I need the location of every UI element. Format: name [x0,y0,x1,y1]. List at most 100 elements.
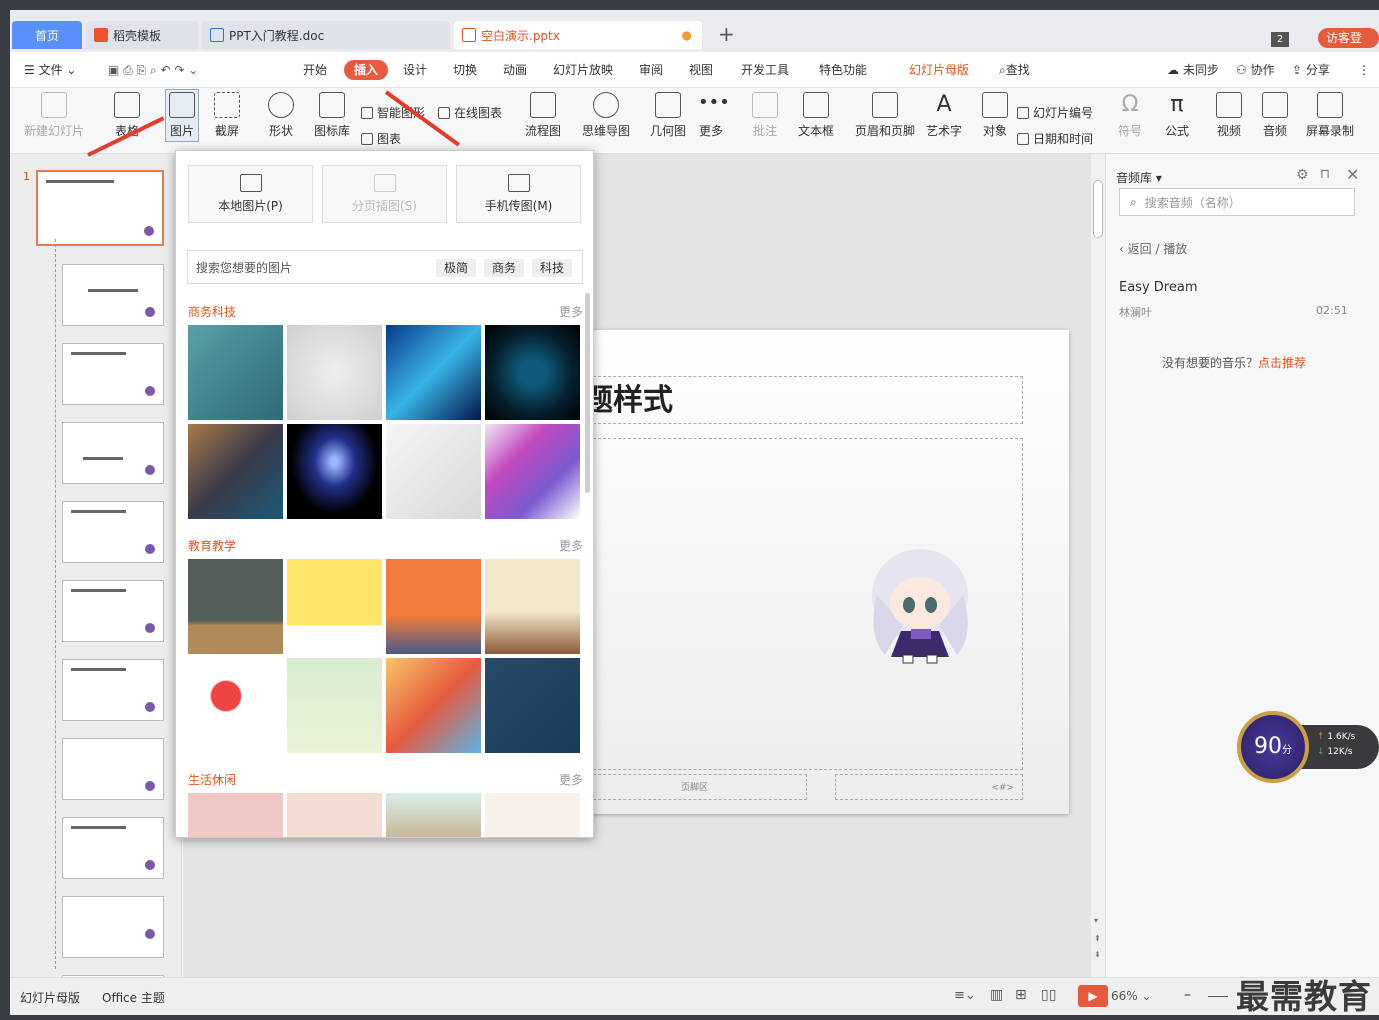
tag-minimal[interactable]: 极简 [436,259,477,277]
menu-start[interactable]: 开始 [303,60,327,80]
menu-design[interactable]: 设计 [403,60,427,80]
menu-slideshow[interactable]: 幻灯片放映 [553,60,613,80]
collab-button[interactable]: ⚇ 协作 [1236,60,1275,80]
recommend-link[interactable]: 点击推荐 [1258,356,1306,370]
symbol-button[interactable]: Ω 符号 [1117,92,1143,139]
menu-developer[interactable]: 开发工具 [741,60,789,80]
network-speed-widget[interactable]: 90分 ↑ 1.6K/s ↓ 12K/s [1237,711,1379,783]
close-icon[interactable]: ✕ [1346,165,1359,184]
thumbnail-layout[interactable] [62,501,164,563]
thumbnail-master[interactable] [36,170,164,246]
phone-upload-button[interactable]: 手机传图(M) [456,165,581,223]
window-count-badge[interactable]: 2 [1271,32,1289,47]
scroll-thumb[interactable] [1093,180,1103,238]
menu-file[interactable]: ☰ 文件 ⌄ [24,60,76,80]
date-time-button[interactable]: 日期和时间 [1017,130,1093,147]
textbox-button[interactable]: 文本框 [798,92,834,139]
audio-search-input[interactable]: ⌕ 搜索音频（名称） [1119,188,1355,216]
thumbnail-layout[interactable] [62,738,164,800]
reading-view-icon[interactable]: ▯▯ [1041,987,1056,1003]
zoom-slider[interactable] [1208,996,1228,997]
comment-button[interactable]: 批注 [752,92,778,139]
sorter-view-icon[interactable]: ⊞ [1015,987,1027,1003]
notes-icon[interactable]: ≡⌄ [954,988,976,1003]
mindmap-button[interactable]: 思维导图 [582,92,630,139]
slide-number-button[interactable]: 幻灯片编号 [1017,104,1093,121]
shape-button[interactable]: 形状 [268,92,294,139]
tag-tech[interactable]: 科技 [532,259,573,277]
normal-view-icon[interactable]: ▥ [990,987,1003,1003]
guest-login-button[interactable]: 访客登录 [1318,28,1379,65]
sync-status[interactable]: ☁ 未同步 [1167,60,1219,80]
flowchart-button[interactable]: 流程图 [525,92,561,139]
zoom-level[interactable]: 66% ⌄ [1111,989,1152,1003]
menu-find[interactable]: ⌕查找 [999,60,1030,80]
footer-placeholder[interactable]: 页脚区 [583,774,807,800]
picture-button[interactable]: 图片 [165,89,199,142]
more-menu-icon[interactable]: ⋮ [1358,60,1370,80]
thumbnail-image[interactable] [485,424,580,519]
share-button[interactable]: ⇪ 分享 [1292,60,1330,80]
thumbnail-image[interactable] [287,793,382,837]
more-button[interactable]: ••• 更多 [698,92,730,139]
menu-switch[interactable]: 切换 [453,60,477,80]
back-link[interactable]: ‹ 返回 [1119,242,1152,256]
popup-scrollbar[interactable] [585,293,590,493]
screenshot-button[interactable]: 截屏 [214,92,240,139]
icon-library-button[interactable]: 图标库 [314,92,350,139]
video-button[interactable]: 视频 [1216,92,1242,139]
picture-search-input[interactable]: 搜索您想要的图片 极简 商务 科技 [187,250,583,284]
object-button[interactable]: 对象 [982,92,1008,139]
play-crumb[interactable]: 播放 [1163,242,1187,256]
slide-number-placeholder[interactable]: <#> [835,774,1023,800]
thumbnail-image[interactable] [485,793,580,837]
prev-page-icon[interactable]: ⇞ [1094,934,1101,943]
tab-doc[interactable]: PPT入门教程.doc [202,21,450,49]
new-slide-button[interactable]: 新建幻灯片 [24,92,84,139]
thumbnail-image[interactable] [386,559,481,654]
slide-master-canvas[interactable]: 题样式 页脚区 <#> [583,330,1069,814]
settings-icon[interactable]: ⚙ [1296,167,1309,183]
thumbnail-image[interactable] [485,658,580,753]
zoom-out-icon[interactable]: – [1184,987,1191,1003]
tag-business[interactable]: 商务 [484,259,525,277]
tab-home[interactable]: 首页 [12,21,82,49]
next-page-icon[interactable]: ⇟ [1094,950,1101,959]
thumbnail-image[interactable] [386,424,481,519]
menu-special[interactable]: 特色功能 [819,60,867,80]
thumbnail-layout[interactable] [62,343,164,405]
local-picture-button[interactable]: 本地图片(P) [188,165,313,223]
menu-view[interactable]: 视图 [689,60,713,80]
quick-access-icons[interactable]: ▣ ⎙ ⎘ ⌕ ↶ ↷ ⌄ [108,60,198,80]
status-theme[interactable]: Office 主题 [102,989,165,1006]
thumbnail-image[interactable] [188,424,283,519]
scroll-down-icon[interactable]: ▾ [1094,916,1098,925]
wordart-button[interactable]: A 艺术字 [926,92,962,139]
tab-docer-templates[interactable]: 稻壳模板 [86,21,198,49]
audio-library-title[interactable]: 音频库 ▾ [1116,169,1162,186]
audio-button[interactable]: 音频 [1262,92,1288,139]
thumbnail-image[interactable] [485,559,580,654]
play-slideshow-button[interactable]: ▶ [1078,985,1108,1007]
thumbnail-image[interactable] [188,325,283,420]
more-link[interactable]: 更多 [559,537,583,554]
header-footer-button[interactable]: 页眉和页脚 [855,92,915,139]
formula-button[interactable]: π 公式 [1164,92,1190,139]
pin-icon[interactable]: ⊓ [1320,167,1330,182]
thumbnail-layout[interactable] [62,896,164,958]
song-title[interactable]: Easy Dream [1119,280,1197,295]
more-link[interactable]: 更多 [559,303,583,320]
geometry-button[interactable]: 几何图 [650,92,686,139]
thumbnail-image[interactable] [287,658,382,753]
thumbnail-layout[interactable] [62,817,164,879]
thumbnail-image[interactable] [287,424,382,519]
thumbnail-image[interactable] [485,325,580,420]
thumbnail-layout[interactable] [62,264,164,326]
chart-button[interactable]: 图表 [361,130,401,147]
online-chart-button[interactable]: 在线图表 [438,104,502,121]
thumbnail-image[interactable] [386,658,481,753]
menu-animation[interactable]: 动画 [503,60,527,80]
thumbnail-image[interactable] [287,325,382,420]
tab-pptx[interactable]: 空白演示.pptx ● [454,21,702,49]
thumbnail-image[interactable] [287,559,382,654]
